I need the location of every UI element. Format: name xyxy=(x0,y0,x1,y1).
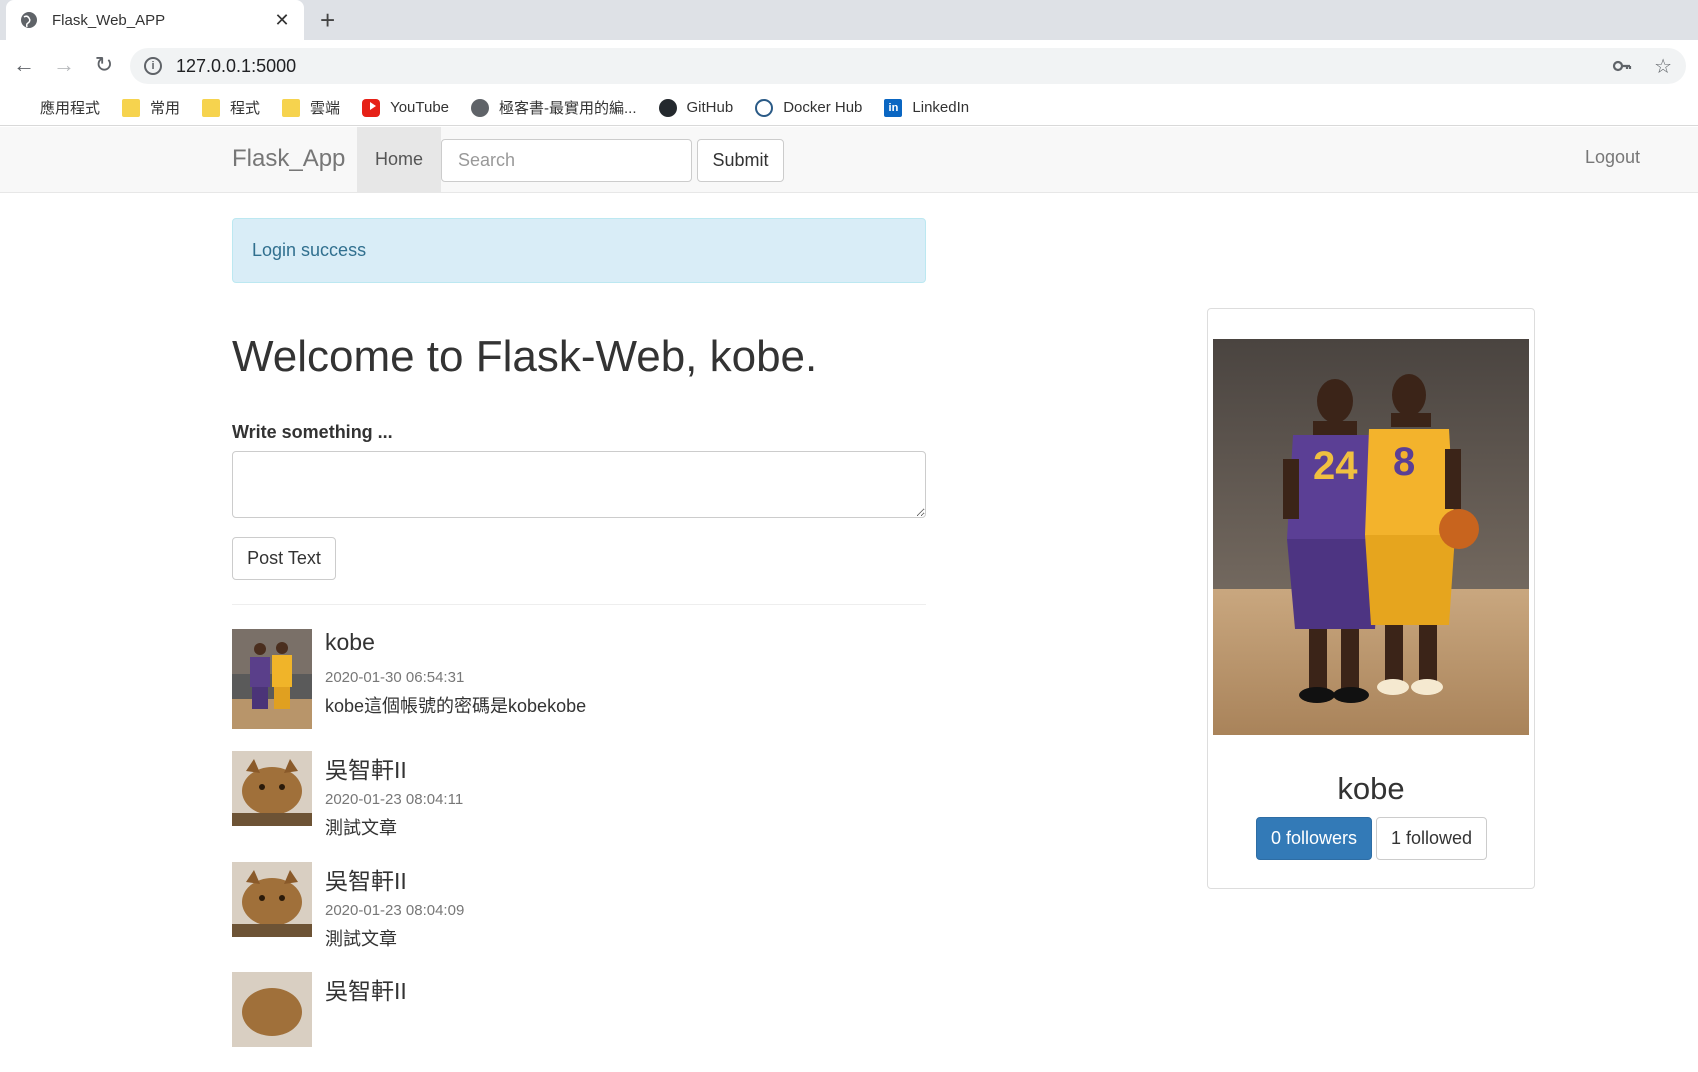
youtube-icon xyxy=(362,98,381,117)
bookmark-label: GitHub xyxy=(686,99,734,116)
globe-icon xyxy=(21,12,37,28)
browser-toolbar: ← → ↻ i 127.0.0.1:5000 ☆ xyxy=(0,40,1698,90)
list-item: 吳智軒II 2020-01-23 08:04:09 測試文章 xyxy=(232,862,926,962)
bookmark-label: LinkedIn xyxy=(912,99,970,116)
bookmark-label: 雲端 xyxy=(310,100,341,117)
linkedin-icon: in xyxy=(884,98,903,117)
profile-name: kobe xyxy=(1337,771,1405,806)
post-body: 測試文章 xyxy=(325,818,397,838)
folder-icon xyxy=(282,98,301,117)
bookmark-github[interactable]: GitHub xyxy=(658,98,734,117)
divider xyxy=(232,604,926,605)
cat-photo-icon xyxy=(232,751,312,826)
bookmark-folder-common[interactable]: 常用 xyxy=(122,97,180,118)
back-icon[interactable]: ← xyxy=(4,52,44,78)
page-title: Welcome to Flask-Web, kobe. xyxy=(232,332,818,381)
avatar[interactable] xyxy=(232,629,312,729)
bookmark-label: 程式 xyxy=(230,100,261,117)
post-body: kobe這個帳號的密碼是kobekobe xyxy=(325,696,587,716)
post-author[interactable]: 吳智軒II xyxy=(325,862,407,896)
new-tab-icon[interactable]: + xyxy=(320,6,335,34)
key-icon[interactable] xyxy=(1612,56,1632,76)
bookmark-star-icon[interactable]: ☆ xyxy=(1654,54,1672,79)
tab-title: Flask_Web_APP xyxy=(52,11,166,29)
logout-link[interactable]: Logout xyxy=(1585,147,1640,168)
bookmark-label: YouTube xyxy=(390,99,450,116)
bookmark-label: 常用 xyxy=(150,100,181,117)
list-item: 吳智軒II 2020-01-23 08:04:11 測試文章 xyxy=(232,751,926,851)
apps-grid-icon xyxy=(12,99,30,117)
basketball-photo-icon: 24 8 xyxy=(1213,339,1529,735)
docker-icon xyxy=(755,98,774,117)
bookmark-dockerhub[interactable]: Docker Hub xyxy=(755,98,863,117)
site-navbar: Flask_App Home Submit Logout xyxy=(0,127,1698,193)
post-body: 測試文章 xyxy=(325,929,397,949)
bookmark-geekbook[interactable]: 極客書-最實用的編... xyxy=(471,97,637,118)
followed-button[interactable]: 1 followed xyxy=(1376,817,1487,860)
cat-photo-icon xyxy=(232,862,312,937)
avatar[interactable] xyxy=(232,862,312,937)
profile-card: 24 8 kobe 0 followers 1 followed xyxy=(1207,308,1535,889)
post-timestamp: 2020-01-23 08:04:09 xyxy=(325,902,465,919)
list-item: 吳智軒II xyxy=(232,972,926,1072)
post-author[interactable]: 吳智軒II xyxy=(325,972,407,1006)
address-bar[interactable]: i 127.0.0.1:5000 ☆ xyxy=(130,48,1686,84)
bookmark-apps[interactable]: 應用程式 xyxy=(12,97,100,118)
bookmark-label: 極客書-最實用的編... xyxy=(499,100,637,117)
forward-icon[interactable]: → xyxy=(44,52,84,78)
login-alert: Login success xyxy=(232,218,926,283)
post-timestamp: 2020-01-30 06:54:31 xyxy=(325,669,465,686)
url-text[interactable]: 127.0.0.1:5000 xyxy=(176,56,1592,77)
site-info-icon[interactable]: i xyxy=(144,57,162,75)
github-icon xyxy=(658,98,677,117)
navbar-brand[interactable]: Flask_App xyxy=(232,145,345,173)
search-input[interactable] xyxy=(441,139,692,182)
bookmark-label: Docker Hub xyxy=(783,99,863,116)
bookmark-youtube[interactable]: YouTube xyxy=(362,98,450,117)
bookmark-label: 應用程式 xyxy=(40,100,101,117)
bookmark-linkedin[interactable]: in LinkedIn xyxy=(884,98,970,117)
globe-icon xyxy=(471,98,490,117)
reload-icon[interactable]: ↻ xyxy=(84,52,124,78)
post-text-button[interactable]: Post Text xyxy=(232,537,336,580)
folder-icon xyxy=(122,98,141,117)
basketball-photo-icon xyxy=(232,629,312,729)
close-tab-icon[interactable]: ✕ xyxy=(272,10,292,31)
bookmark-folder-cloud[interactable]: 雲端 xyxy=(282,97,340,118)
svg-text:8: 8 xyxy=(1393,440,1415,484)
followers-button[interactable]: 0 followers xyxy=(1256,817,1372,860)
profile-photo: 24 8 xyxy=(1213,339,1529,735)
folder-icon xyxy=(202,98,221,117)
browser-tabstrip: Flask_Web_APP ✕ + xyxy=(0,0,1698,40)
svg-text:24: 24 xyxy=(1313,444,1358,488)
post-textarea[interactable] xyxy=(232,451,926,518)
bookmark-folder-programs[interactable]: 程式 xyxy=(202,97,260,118)
post-author[interactable]: kobe xyxy=(325,629,375,656)
cat-photo-icon xyxy=(232,972,312,1047)
post-timestamp: 2020-01-23 08:04:11 xyxy=(325,791,464,808)
search-submit-button[interactable]: Submit xyxy=(697,139,784,182)
post-author[interactable]: 吳智軒II xyxy=(325,751,407,785)
bookmarks-bar: 應用程式 常用 程式 雲端 YouTube 極客書-最實用的編... GitHu… xyxy=(0,90,1698,126)
nav-home-link[interactable]: Home xyxy=(357,127,441,192)
list-item: kobe 2020-01-30 06:54:31 kobe這個帳號的密碼是kob… xyxy=(232,629,926,729)
browser-tab[interactable]: Flask_Web_APP ✕ xyxy=(6,0,304,40)
avatar[interactable] xyxy=(232,972,312,1047)
post-form-label: Write something ... xyxy=(232,422,393,442)
avatar[interactable] xyxy=(232,751,312,826)
